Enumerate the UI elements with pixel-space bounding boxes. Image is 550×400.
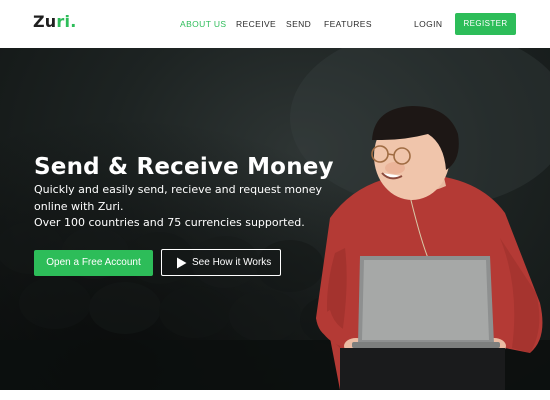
hero-section: Send & Receive Money Quickly and easily …	[0, 48, 550, 390]
logo-text-accent: ri	[56, 12, 71, 31]
zuri-logo[interactable]: Zuri.	[33, 12, 76, 31]
login-link[interactable]: LOGIN	[414, 19, 442, 29]
logo-dot: .	[70, 12, 77, 31]
see-how-it-works-label: See How it Works	[192, 257, 272, 268]
open-free-account-button[interactable]: Open a Free Account	[34, 250, 153, 276]
hero-subtitle-line: Quickly and easily send, recieve and req…	[34, 183, 323, 196]
logo-text-main: Zu	[33, 12, 57, 31]
hero-title: Send & Receive Money	[34, 154, 334, 180]
hero-subtitle-line: online with Zuri.	[34, 199, 124, 213]
nav-link-features[interactable]: FEATURES	[324, 19, 372, 29]
hero-subtitle-line: Over 100 countries and 75 currencies sup…	[34, 216, 305, 229]
nav-link-send[interactable]: SEND	[286, 19, 311, 29]
play-icon	[177, 257, 187, 269]
hero-subtitle: Quickly and easily send, recieve and req…	[34, 182, 334, 232]
nav-link-receive[interactable]: RECEIVE	[236, 19, 276, 29]
register-button[interactable]: REGISTER	[455, 13, 516, 35]
page-footer-strip	[0, 390, 550, 400]
nav-link-about-us[interactable]: ABOUT US	[180, 19, 227, 29]
see-how-it-works-button[interactable]: See How it Works	[161, 249, 281, 276]
top-navbar: Zuri. ABOUT US RECEIVE SEND FEATURES LOG…	[0, 0, 550, 48]
